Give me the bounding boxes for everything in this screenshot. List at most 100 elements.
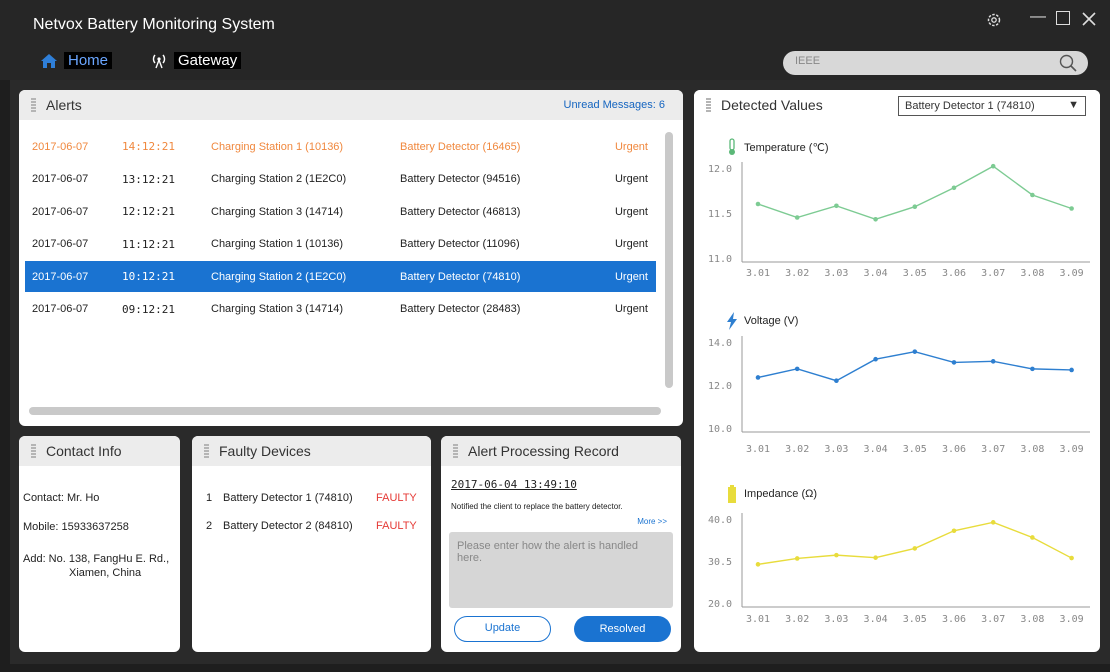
record-datetime: 2017-06-04 13:49:10: [451, 478, 577, 491]
record-title: Alert Processing Record: [468, 443, 619, 459]
alert-station: Charging Station 2 (1E2C0): [211, 270, 347, 283]
search-icon[interactable]: [1058, 53, 1078, 73]
data-point: [794, 556, 800, 561]
data-point: [951, 185, 957, 191]
drag-handle-icon[interactable]: [204, 444, 209, 458]
alert-row[interactable]: 2017-06-07 13:12:21 Charging Station 2 (1E…: [25, 164, 656, 195]
alert-level: Urgent: [614, 173, 648, 185]
x-tick-label: 3.09: [1060, 614, 1084, 625]
contact-address-line2: Xiamen, China: [69, 567, 142, 579]
maximize-icon[interactable]: [1056, 11, 1070, 25]
data-point: [834, 378, 839, 383]
update-button[interactable]: Update: [454, 616, 551, 642]
x-tick-label: 3.07: [981, 444, 1005, 455]
data-point: [1069, 555, 1074, 561]
faulty-item-name: Battery Detector 2 (84810): [223, 520, 353, 532]
detected-header: Detected Values Battery Detector 1 (7481…: [694, 90, 1100, 120]
impedance-chart-title: Impedance (Ω): [726, 485, 817, 503]
contact-address-line1: Add: No. 138, FangHu E. Rd.,: [23, 553, 170, 565]
search-input[interactable]: [795, 55, 1045, 67]
resolved-button[interactable]: Resolved: [574, 616, 671, 642]
x-tick-label: 3.06: [942, 268, 966, 279]
data-point: [1030, 366, 1035, 372]
search-bar[interactable]: [783, 51, 1088, 75]
alert-time: 09:12:21: [122, 302, 175, 316]
minimize-icon[interactable]: —: [1030, 8, 1046, 26]
data-point: [951, 528, 957, 534]
nav-gateway-label: Gateway: [174, 52, 242, 69]
data-point: [794, 215, 800, 220]
x-tick-label: 3.04: [864, 268, 888, 279]
alert-detector: Battery Detector (46813): [400, 205, 521, 218]
voltage-chart: 14.0 12.0 10.0 3.01 3.02 3.03 3.04 3.05 3.06 3.07…: [708, 336, 1090, 455]
data-point: [755, 562, 761, 567]
series-line: [757, 165, 1072, 221]
series-line: [757, 521, 1072, 566]
settings-icon[interactable]: [986, 12, 1002, 28]
alert-row[interactable]: 2017-06-07 12:12:21 Charging Station 3 (14…: [25, 196, 656, 227]
data-point: [873, 356, 878, 362]
x-tick-label: 3.05: [903, 268, 927, 279]
drag-handle-icon[interactable]: [706, 98, 711, 112]
x-tick-label: 3.01: [746, 444, 770, 455]
app-title: Netvox Battery Monitoring System: [33, 16, 275, 33]
data-point: [873, 555, 878, 560]
contact-mobile: Mobile: 15933637258: [23, 521, 129, 533]
content-area: Alerts Unread Messages: 6 2017-06-07 14:1…: [10, 80, 1110, 664]
nav-gateway[interactable]: Gateway: [150, 52, 242, 69]
home-icon: [41, 53, 57, 68]
unread-messages[interactable]: Unread Messages: 6: [564, 99, 666, 111]
alert-date: 2017-06-07: [32, 205, 89, 218]
y-tick-label: 10.0: [708, 424, 732, 435]
data-point: [1069, 206, 1074, 211]
handling-textarea[interactable]: Please enter how the alert is handled he…: [449, 532, 673, 608]
data-point: [990, 359, 996, 364]
contact-panel: Contact Info Contact: Mr. Ho Mobile: 159…: [19, 436, 180, 652]
data-point: [834, 552, 839, 558]
faulty-item-number: 2: [206, 520, 213, 532]
alerts-vertical-scrollbar[interactable]: [665, 132, 673, 388]
temperature-label: Temperature (℃): [744, 141, 829, 154]
faulty-devices-panel: Faulty Devices 1 Battery Detector 1 (748…: [192, 436, 431, 652]
data-point: [755, 375, 761, 380]
data-point: [912, 546, 918, 551]
drag-handle-icon[interactable]: [453, 444, 458, 458]
alert-detector: Battery Detector (74810): [400, 270, 521, 283]
nav-home[interactable]: Home: [40, 52, 113, 69]
contact-header: Contact Info: [19, 436, 180, 466]
alert-date: 2017-06-07: [32, 173, 89, 185]
more-link[interactable]: More >>: [637, 517, 667, 526]
x-tick-label: 3.04: [864, 614, 888, 625]
alert-date: 2017-06-07: [32, 303, 89, 315]
alert-station: Charging Station 3 (14714): [211, 303, 344, 315]
close-icon[interactable]: [1082, 12, 1096, 26]
faulty-status: FAULTY: [376, 520, 417, 532]
gateway-icon: [152, 54, 166, 68]
dropdown-arrow-icon[interactable]: ▼: [1068, 99, 1079, 111]
faulty-item[interactable]: 2 Battery Detector 2 (84810) FAULTY: [206, 520, 426, 532]
drag-handle-icon[interactable]: [31, 98, 36, 112]
alert-level: Urgent: [614, 238, 648, 250]
x-tick-label: 3.02: [785, 614, 809, 625]
drag-handle-icon[interactable]: [31, 444, 36, 458]
y-tick-label: 12.0: [708, 164, 732, 175]
alert-row[interactable]: 2017-06-07 10:12:21 Charging Station 2 (1E…: [25, 261, 656, 292]
data-point: [1030, 192, 1035, 198]
series-line: [757, 350, 1072, 382]
device-select[interactable]: Battery Detector 1 (74810) ▼: [898, 96, 1086, 116]
data-point: [990, 163, 996, 169]
alert-level: Urgent: [614, 205, 648, 218]
alert-time: 14:12:21: [122, 140, 175, 153]
data-point: [755, 201, 761, 207]
alert-row[interactable]: 2017-06-07 14:12:21 Charging Station 1 (10…: [25, 131, 656, 162]
x-tick-label: 3.06: [942, 444, 966, 455]
x-tick-label: 3.03: [824, 614, 848, 625]
x-tick-label: 3.03: [824, 268, 848, 279]
alerts-horizontal-scrollbar[interactable]: [29, 407, 661, 415]
alert-row[interactable]: 2017-06-07 11:12:21 Charging Station 1 (10…: [25, 229, 656, 260]
alert-row[interactable]: 2017-06-07 09:12:21 Charging Station 3 (14…: [25, 294, 656, 325]
alert-time: 12:12:21: [122, 205, 175, 218]
x-tick-label: 3.08: [1020, 614, 1044, 625]
faulty-item[interactable]: 1 Battery Detector 1 (74810) FAULTY: [206, 492, 426, 504]
alerts-panel: Alerts Unread Messages: 6 2017-06-07 14:1…: [19, 90, 683, 426]
